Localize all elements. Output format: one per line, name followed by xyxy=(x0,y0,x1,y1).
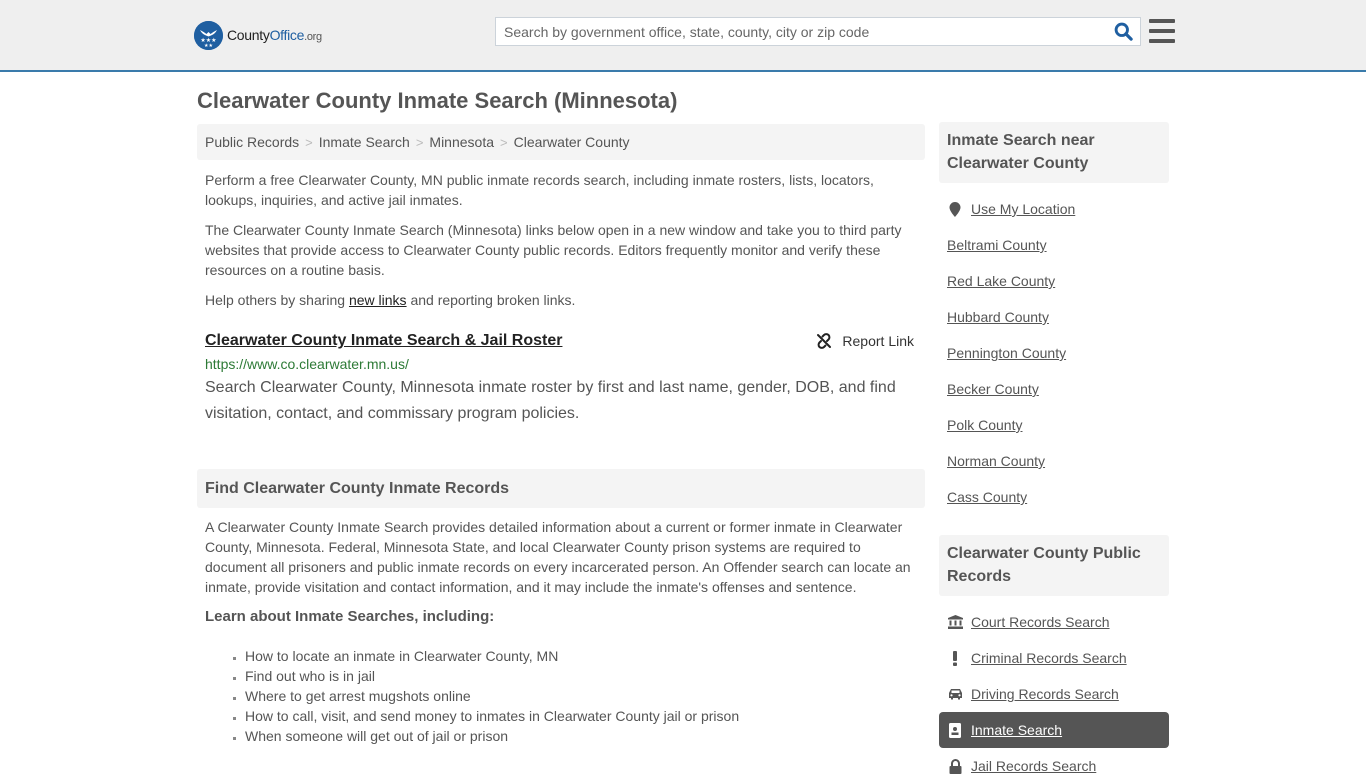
jail-records-link[interactable]: Jail Records Search xyxy=(971,758,1096,774)
logo-text-county: County xyxy=(227,27,270,43)
search-input[interactable] xyxy=(496,18,1106,45)
sidebar-item-jail-records: Jail Records Search xyxy=(939,748,1169,784)
criminal-records-link[interactable]: Criminal Records Search xyxy=(971,650,1127,666)
breadcrumb-public-records[interactable]: Public Records xyxy=(205,134,299,150)
site-logo[interactable]: ★★★ ★★ CountyOffice.org xyxy=(194,20,322,50)
list-item: When someone will get out of jail or pri… xyxy=(245,726,925,746)
new-links-link[interactable]: new links xyxy=(349,292,407,308)
sidebar-item-inmate-search: Inmate Search xyxy=(939,712,1169,748)
nearby-heading: Inmate Search near Clearwater County xyxy=(939,122,1169,183)
search-button[interactable] xyxy=(1106,18,1140,45)
logo-text-office: Office xyxy=(269,27,305,43)
disclaimer-paragraph: The Clearwater County Inmate Search (Min… xyxy=(205,222,902,278)
county-link-beltrami[interactable]: Beltrami County xyxy=(947,237,1047,253)
logo-text-tld: .org xyxy=(304,31,322,43)
breadcrumb-minnesota[interactable]: Minnesota xyxy=(429,134,494,150)
nearby-county-item: Becker County xyxy=(939,371,1169,407)
courthouse-icon xyxy=(947,615,963,629)
share-text-before: Help others by sharing xyxy=(205,292,349,308)
county-link-hubbard[interactable]: Hubbard County xyxy=(947,309,1049,325)
public-records-list: Court Records Search Criminal Records Se… xyxy=(939,604,1169,784)
breadcrumb-clearwater-county[interactable]: Clearwater County xyxy=(514,134,630,150)
svg-text:★★: ★★ xyxy=(204,43,213,49)
learn-about-list: How to locate an inmate in Clearwater Co… xyxy=(245,646,925,746)
resource-link-title[interactable]: Clearwater County Inmate Search & Jail R… xyxy=(205,330,562,352)
nearby-county-item: Hubbard County xyxy=(939,299,1169,335)
report-link-label: Report Link xyxy=(842,333,914,349)
id-badge-icon xyxy=(947,722,963,738)
county-link-polk[interactable]: Polk County xyxy=(947,417,1022,433)
breadcrumb: Public Records > Inmate Search > Minneso… xyxy=(197,124,925,160)
county-link-red-lake[interactable]: Red Lake County xyxy=(947,273,1055,289)
intro-paragraph: Perform a free Clearwater County, MN pub… xyxy=(205,172,874,208)
list-item: Where to get arrest mugshots online xyxy=(245,686,925,706)
hamburger-menu-icon-bar xyxy=(1149,29,1175,33)
car-icon xyxy=(947,688,963,700)
breadcrumb-inmate-search[interactable]: Inmate Search xyxy=(319,134,410,150)
breadcrumb-separator: > xyxy=(305,134,313,150)
resource-link-url: https://www.co.clearwater.mn.us/ xyxy=(205,356,409,372)
page-title: Clearwater County Inmate Search (Minneso… xyxy=(197,88,678,113)
breadcrumb-separator: > xyxy=(500,134,508,150)
county-link-pennington[interactable]: Pennington County xyxy=(947,345,1066,361)
exclamation-icon xyxy=(947,650,963,666)
court-records-link[interactable]: Court Records Search xyxy=(971,614,1110,630)
find-records-paragraph: A Clearwater County Inmate Search provid… xyxy=(205,519,911,595)
find-records-heading: Find Clearwater County Inmate Records xyxy=(197,469,925,508)
nearby-county-item: Cass County xyxy=(939,479,1169,515)
resource-link-description: Search Clearwater County, Minnesota inma… xyxy=(205,379,896,422)
list-item: Find out who is in jail xyxy=(245,666,925,686)
site-header: ★★★ ★★ CountyOffice.org xyxy=(0,0,1366,72)
share-text-after: and reporting broken links. xyxy=(406,292,576,308)
sidebar-item-court-records: Court Records Search xyxy=(939,604,1169,640)
sidebar-item-driving-records: Driving Records Search xyxy=(939,676,1169,712)
county-link-becker[interactable]: Becker County xyxy=(947,381,1039,397)
hamburger-menu-button[interactable] xyxy=(1149,19,1175,43)
breadcrumb-separator: > xyxy=(415,134,424,150)
sidebar: Inmate Search near Clearwater County Use… xyxy=(939,122,1169,784)
sidebar-item-criminal-records: Criminal Records Search xyxy=(939,640,1169,676)
county-link-cass[interactable]: Cass County xyxy=(947,489,1027,505)
nearby-county-item: Norman County xyxy=(939,443,1169,479)
report-link-button[interactable]: Report Link xyxy=(816,330,914,352)
nearby-county-item: Red Lake County xyxy=(939,263,1169,299)
nearby-county-list: Use My Location Beltrami County Red Lake… xyxy=(939,191,1169,515)
nearby-county-item: Pennington County xyxy=(939,335,1169,371)
search-bar xyxy=(495,17,1141,46)
nearby-county-item: Polk County xyxy=(939,407,1169,443)
hamburger-menu-icon-bar xyxy=(1149,19,1175,23)
inmate-search-link[interactable]: Inmate Search xyxy=(971,722,1062,738)
resource-link-card: Clearwater County Inmate Search & Jail R… xyxy=(205,330,917,427)
lock-icon xyxy=(947,758,963,774)
hamburger-menu-icon-bar xyxy=(1149,39,1175,43)
main-content: Public Records > Inmate Search > Minneso… xyxy=(197,124,925,746)
nearby-county-item: Beltrami County xyxy=(939,227,1169,263)
eagle-stars-logo-icon: ★★★ ★★ xyxy=(194,20,223,50)
use-my-location-link[interactable]: Use My Location xyxy=(971,201,1075,217)
logo-wordmark: CountyOffice.org xyxy=(227,27,322,43)
list-item: How to call, visit, and send money to in… xyxy=(245,706,925,726)
county-link-norman[interactable]: Norman County xyxy=(947,453,1045,469)
driving-records-link[interactable]: Driving Records Search xyxy=(971,686,1119,702)
public-records-heading: Clearwater County Public Records xyxy=(939,535,1169,596)
map-marker-icon xyxy=(947,201,963,217)
use-my-location-item: Use My Location xyxy=(939,191,1169,227)
share-links-paragraph: Help others by sharing new links and rep… xyxy=(205,290,917,310)
list-item: How to locate an inmate in Clearwater Co… xyxy=(245,646,925,666)
broken-link-icon xyxy=(817,333,832,349)
search-icon xyxy=(1114,22,1133,41)
learn-about-heading: Learn about Inmate Searches, including: xyxy=(205,608,495,625)
